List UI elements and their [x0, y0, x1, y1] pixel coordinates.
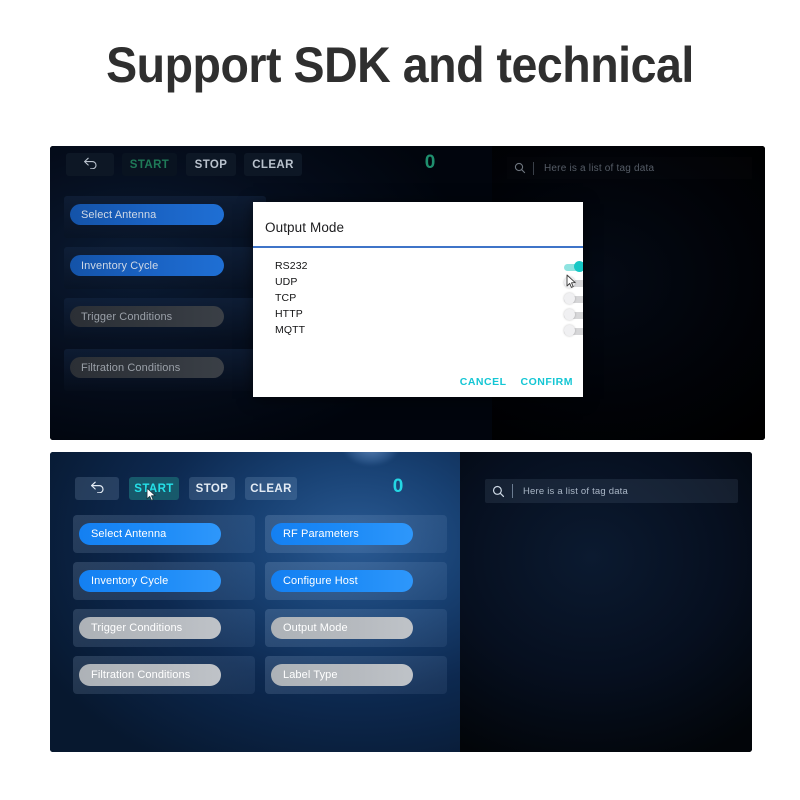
mode-row-udp[interactable]: UDP [253, 274, 583, 290]
toggle-knob [564, 277, 575, 288]
output-mode-list: RS232 UDP TCP HTTP MQTT [253, 258, 583, 338]
mode-label: RS232 [275, 260, 308, 272]
top-screenshot-panel: START STOP CLEAR 0 Here is a list of tag… [50, 146, 765, 440]
tag-search-bar[interactable]: Here is a list of tag data [507, 157, 752, 179]
toggle-knob [564, 309, 575, 320]
option-card: Trigger Conditions [73, 609, 255, 647]
confirm-button[interactable]: CONFIRM [521, 376, 574, 388]
option-card: Configure Host [265, 562, 447, 600]
option-inventory-cycle[interactable]: Inventory Cycle [70, 255, 224, 276]
option-card: Inventory Cycle [73, 562, 255, 600]
option-select-antenna[interactable]: Select Antenna [70, 204, 224, 225]
back-button[interactable] [66, 153, 114, 176]
toggle-mqtt[interactable] [564, 325, 583, 336]
back-arrow-icon [90, 481, 105, 496]
option-rf-parameters[interactable]: RF Parameters [271, 523, 413, 545]
option-card: Trigger Conditions [64, 298, 266, 340]
toggle-tcp[interactable] [564, 293, 583, 304]
stop-button[interactable]: STOP [186, 153, 236, 176]
cancel-button[interactable]: CANCEL [460, 376, 507, 388]
option-inventory-cycle[interactable]: Inventory Cycle [79, 570, 221, 592]
search-placeholder: Here is a list of tag data [523, 485, 629, 497]
option-card: Filtration Conditions [73, 656, 255, 694]
clear-button[interactable]: CLEAR [245, 477, 297, 500]
option-trigger-conditions[interactable]: Trigger Conditions [79, 617, 221, 639]
dialog-title: Output Mode [265, 220, 345, 235]
search-placeholder: Here is a list of tag data [544, 162, 655, 174]
clear-button[interactable]: CLEAR [244, 153, 302, 176]
option-filtration-conditions[interactable]: Filtration Conditions [70, 357, 224, 378]
top-panel-left-option-column: Select Antenna Inventory Cycle Trigger C… [64, 196, 266, 400]
search-icon [485, 485, 512, 498]
mode-label: MQTT [275, 324, 306, 336]
back-button[interactable] [75, 477, 119, 500]
mode-row-rs232[interactable]: RS232 [253, 258, 583, 274]
bottom-screenshot-panel: START STOP CLEAR 0 Here is a list of tag… [50, 452, 752, 752]
dialog-action-row: CANCEL CONFIRM [460, 376, 573, 388]
option-card: Select Antenna [73, 515, 255, 553]
output-mode-dialog: Output Mode RS232 UDP TCP HTTP MQTT CANC… [253, 202, 583, 397]
mode-label: HTTP [275, 308, 303, 320]
toggle-knob [574, 261, 583, 272]
start-button[interactable]: START [129, 477, 179, 500]
dialog-divider [253, 246, 583, 248]
bottom-panel-toolbar: START STOP CLEAR 0 [50, 452, 460, 510]
option-trigger-conditions[interactable]: Trigger Conditions [70, 306, 224, 327]
option-card: RF Parameters [265, 515, 447, 553]
option-card: Select Antenna [64, 196, 266, 238]
toggle-rs232[interactable] [564, 261, 583, 272]
option-select-antenna[interactable]: Select Antenna [79, 523, 221, 545]
tag-counter: 0 [392, 476, 404, 497]
mode-label: UDP [275, 276, 298, 288]
start-button[interactable]: START [122, 153, 177, 176]
option-card: Inventory Cycle [64, 247, 266, 289]
stop-button[interactable]: STOP [189, 477, 235, 500]
toggle-udp[interactable] [564, 277, 583, 288]
option-output-mode[interactable]: Output Mode [271, 617, 413, 639]
page-root: Support SDK and technical START STOP CLE… [0, 0, 800, 800]
mode-row-tcp[interactable]: TCP [253, 290, 583, 306]
toggle-knob [564, 293, 575, 304]
search-icon [507, 162, 533, 174]
page-title: Support SDK and technical [106, 37, 694, 93]
back-arrow-icon [83, 157, 98, 172]
bottom-panel-option-grid: Select Antenna RF Parameters Inventory C… [73, 515, 447, 694]
option-card: Output Mode [265, 609, 447, 647]
top-panel-toolbar: START STOP CLEAR 0 [50, 146, 492, 184]
option-configure-host[interactable]: Configure Host [271, 570, 413, 592]
option-card: Filtration Conditions [64, 349, 266, 391]
option-filtration-conditions[interactable]: Filtration Conditions [79, 664, 221, 686]
tag-search-bar[interactable]: Here is a list of tag data [485, 479, 738, 503]
mode-row-mqtt[interactable]: MQTT [253, 322, 583, 338]
toggle-http[interactable] [564, 309, 583, 320]
toggle-knob [564, 325, 575, 336]
mode-label: TCP [275, 292, 297, 304]
tag-counter: 0 [424, 152, 436, 173]
mode-row-http[interactable]: HTTP [253, 306, 583, 322]
option-label-type[interactable]: Label Type [271, 664, 413, 686]
option-card: Label Type [265, 656, 447, 694]
